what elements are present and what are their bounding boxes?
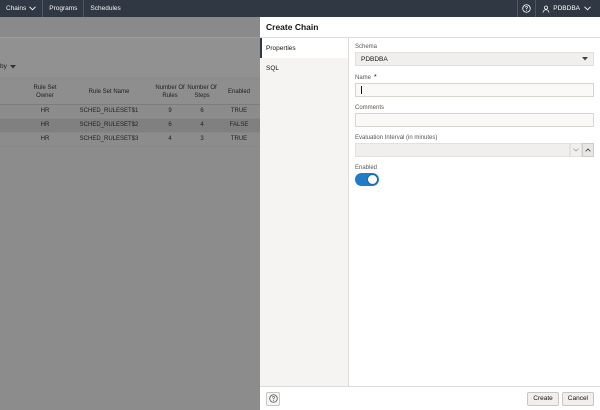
cell-steps: 4 <box>186 118 218 133</box>
table-row[interactable]: HR SCHED_RULESET$3 4 3 TRUE <box>0 132 260 147</box>
table-header-owner: Rule Set Owner <box>26 80 64 105</box>
cell-rules: 4 <box>154 132 186 147</box>
caret-down-icon <box>9 64 16 68</box>
comments-label: Comments <box>355 105 594 111</box>
cell-steps: 6 <box>186 104 218 119</box>
cell-enabled: TRUE <box>218 104 260 119</box>
schema-value: PDBDBA <box>361 55 388 63</box>
background-toolbar <box>0 37 260 77</box>
name-field: Name * <box>355 74 594 97</box>
nav-schedules[interactable]: Schedules <box>84 0 126 17</box>
cell-owner: HR <box>26 104 64 119</box>
help-button[interactable] <box>517 0 535 17</box>
user-menu[interactable]: PDBDBA <box>535 0 600 17</box>
cell-steps: 3 <box>186 132 218 147</box>
cell-rules: 9 <box>154 104 186 119</box>
schema-field: Schema PDBDBA <box>355 44 594 66</box>
enabled-field: Enabled <box>355 165 594 186</box>
background-header <box>0 17 260 37</box>
drawer-title: Create Chain <box>260 17 600 38</box>
rule-sets-table: Rule Set Owner Rule Set Name Number Of R… <box>0 80 260 147</box>
properties-form: Schema PDBDBA Name * Comments Evaluation… <box>349 38 600 386</box>
caret-down-icon <box>582 57 588 61</box>
enabled-label-text: Enabled <box>355 165 378 171</box>
cell-enabled: TRUE <box>218 132 260 147</box>
toggle-knob <box>367 174 378 185</box>
cell-name: SCHED_RULESET$2 <box>64 118 154 133</box>
table-header-enabled: Enabled <box>218 80 260 105</box>
nav-programs-label: Programs <box>49 5 78 12</box>
cell-rules: 6 <box>154 118 186 133</box>
chevron-down-icon <box>584 6 591 11</box>
schema-label-text: Schema <box>355 44 378 50</box>
name-label: Name * <box>355 74 594 81</box>
user-name: PDBDBA <box>553 5 580 12</box>
footer-buttons: Create Cancel <box>527 391 594 406</box>
schema-select[interactable]: PDBDBA <box>355 52 594 66</box>
table-header-spacer <box>0 80 26 105</box>
schema-label: Schema <box>355 44 594 50</box>
table-header-name: Rule Set Name <box>64 80 154 105</box>
enabled-label: Enabled <box>355 165 594 171</box>
user-icon <box>542 5 550 13</box>
nav-chains-label: Chains <box>6 5 27 12</box>
drawer-side-nav: Properties SQL <box>260 38 349 386</box>
table-row[interactable]: HR SCHED_RULESET$1 9 6 TRUE <box>0 104 260 119</box>
comments-field: Comments <box>355 105 594 127</box>
chevron-up-icon <box>585 148 591 152</box>
required-marker: * <box>374 74 377 81</box>
drawer-help-button[interactable] <box>266 391 280 406</box>
top-navigation-bar: Chains Programs Schedules PDBDBA <box>0 0 600 17</box>
side-nav-properties[interactable]: Properties <box>260 38 348 58</box>
interval-label: Evaluation Interval (in minutes) <box>355 135 594 141</box>
cell-name: SCHED_RULESET$1 <box>64 104 154 119</box>
chevron-down-icon <box>573 148 579 152</box>
table-row[interactable]: HR SCHED_RULESET$2 6 4 FALSE <box>0 118 260 133</box>
cell-enabled: FALSE <box>218 118 260 133</box>
cell-owner: HR <box>26 132 64 147</box>
cancel-button[interactable]: Cancel <box>561 391 594 406</box>
cell-name: SCHED_RULESET$3 <box>64 132 154 147</box>
table-header-rules: Number Of Rules <box>154 80 186 105</box>
interval-decrement-button[interactable] <box>570 143 582 157</box>
sort-by-label: by <box>0 63 7 70</box>
side-nav-sql[interactable]: SQL <box>260 58 348 78</box>
table-header-steps: Number Of Steps <box>186 80 218 105</box>
nav-programs[interactable]: Programs <box>43 0 85 17</box>
name-label-text: Name <box>355 74 372 81</box>
background-page: by Rule Set Owner Rule Set Name Number O… <box>0 17 260 410</box>
interval-input[interactable] <box>355 143 570 157</box>
help-circle-icon <box>268 394 278 403</box>
comments-input[interactable] <box>355 113 594 127</box>
enabled-toggle[interactable] <box>355 173 379 186</box>
nav-chains-menu[interactable]: Chains <box>0 0 44 17</box>
text-cursor <box>361 86 362 94</box>
comments-label-text: Comments <box>355 105 385 111</box>
drawer-footer: Create Cancel <box>260 386 600 410</box>
interval-increment-button[interactable] <box>582 143 594 157</box>
interval-field: Evaluation Interval (in minutes) <box>355 135 594 157</box>
interval-number-row <box>355 143 594 157</box>
chevron-down-icon <box>29 6 37 11</box>
interval-label-text: Evaluation Interval (in minutes) <box>355 135 438 141</box>
create-button[interactable]: Create <box>527 391 559 406</box>
help-circle-icon <box>522 4 531 13</box>
drawer-body: Properties SQL Schema PDBDBA Name * Comm… <box>260 38 600 386</box>
nav-schedules-label: Schedules <box>90 5 121 12</box>
name-input[interactable] <box>355 83 594 97</box>
create-chain-drawer: Create Chain Properties SQL Schema PDBDB… <box>260 17 600 410</box>
sort-by-control[interactable]: by <box>0 63 16 70</box>
cell-owner: HR <box>26 118 64 133</box>
